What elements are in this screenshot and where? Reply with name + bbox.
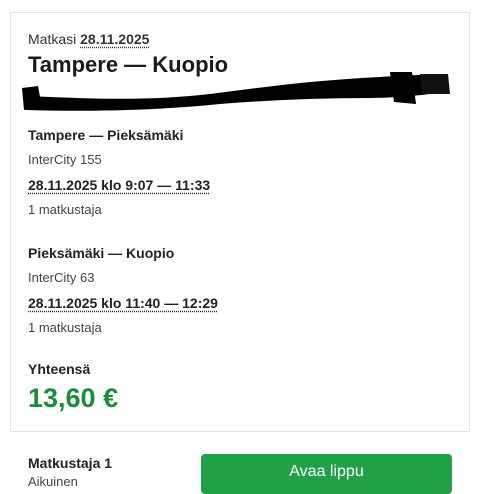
leg-1-route: Tampere — Pieksämäki xyxy=(28,127,184,143)
redaction-scribble xyxy=(22,72,450,111)
leg-2-time: 28.11.2025 klo 11:40 — 12:29 xyxy=(28,295,218,311)
trip-date-line: Matkasi 28.11.2025 xyxy=(28,31,149,47)
trip-date-label: Matkasi xyxy=(28,31,77,47)
passenger-name: Matkustaja 1 xyxy=(28,455,113,471)
trip-date: 28.11.2025 xyxy=(80,31,150,47)
open-ticket-button[interactable]: Avaa lippu xyxy=(201,454,452,494)
total-price: 13,60 € xyxy=(28,383,119,413)
total-label: Yhteensä xyxy=(28,361,91,377)
leg-2-passengers: 1 matkustaja xyxy=(28,320,102,335)
leg-1-train: InterCity 155 xyxy=(28,152,102,167)
card-divider xyxy=(10,12,470,13)
passenger-type: Aikuinen xyxy=(28,474,78,489)
leg-1-passengers: 1 matkustaja xyxy=(28,202,102,217)
open-ticket-label: Avaa lippu xyxy=(289,463,364,480)
leg-2-route: Pieksämäki — Kuopio xyxy=(28,245,175,261)
leg-2-train: InterCity 63 xyxy=(28,270,95,285)
leg-1-time: 28.11.2025 klo 9:07 — 11:33 xyxy=(28,177,211,193)
